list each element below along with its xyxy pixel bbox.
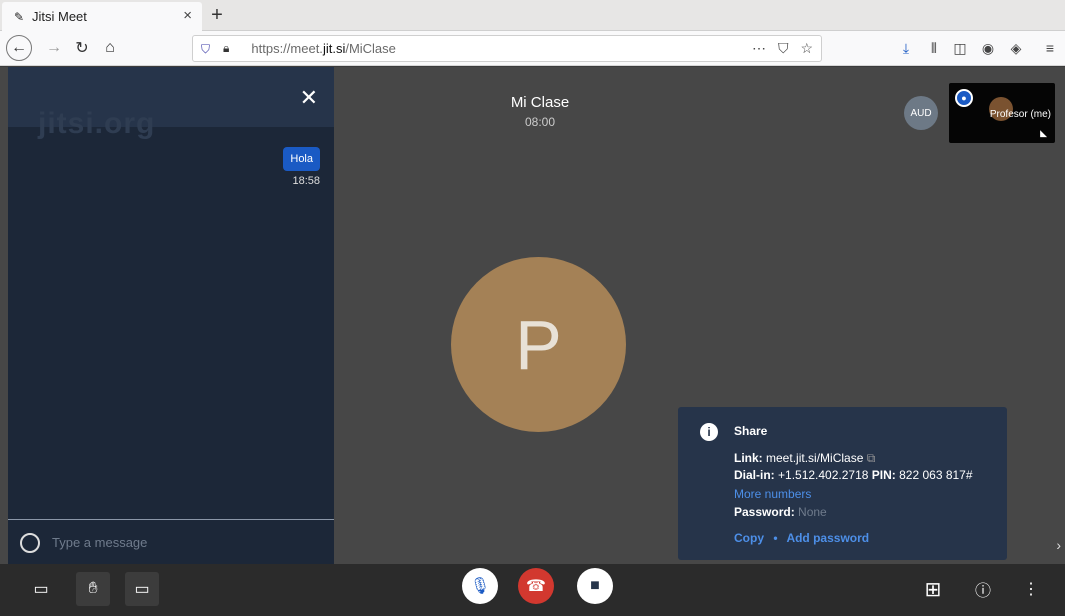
chat-input[interactable]: Type a message — [8, 519, 334, 565]
chevron-right-icon[interactable]: › — [1056, 537, 1061, 553]
downloads-icon[interactable]: ⤓ — [896, 40, 916, 57]
close-tab-icon[interactable]: × — [183, 7, 192, 24]
menu-icon[interactable]: ≡ — [1040, 40, 1060, 56]
bookmark-star-icon[interactable]: ☆ — [800, 40, 813, 57]
meeting-link[interactable]: meet.jit.si/MiClase — [766, 451, 863, 465]
home-button[interactable]: ⌂ — [100, 36, 120, 60]
toolbar: ▭ ✋︎ ▭ 🎙︎ ☎︎ ■ ⊞ ⓘ ⋮ — [0, 564, 1065, 616]
forward-button[interactable]: → — [44, 36, 64, 60]
tracking-shield-icon[interactable]: ⛉ — [201, 42, 215, 56]
pocket-icon[interactable]: ⛉ — [778, 40, 789, 57]
chat-message-time: 18:58 — [292, 175, 320, 187]
info-header: Share — [734, 424, 768, 438]
local-video-thumbnail[interactable]: ● Profesor (me) ◣ — [949, 83, 1055, 143]
hangup-icon[interactable]: ☎︎ — [518, 568, 554, 604]
chat-message: Hola — [283, 147, 320, 171]
camera-off-icon[interactable]: ■ — [577, 568, 613, 604]
conference-title: Mi Clase — [510, 94, 570, 111]
lock-icon[interactable]: 🔒︎ — [223, 41, 229, 56]
info-dialin-row: Dial-in: +1.512.402.2718 PIN: 822 063 81… — [734, 468, 973, 482]
jitsi-favicon-icon: ✎ — [13, 9, 25, 24]
dominant-speaker-icon: ● — [955, 89, 973, 107]
chat-input-placeholder[interactable]: Type a message — [52, 535, 147, 550]
library-icon[interactable]: ⫴ — [924, 40, 944, 57]
local-display-name: Profesor (me) — [989, 109, 1051, 120]
info-dialog: i Share Link: meet.jit.si/MiClase ⧉ Dial… — [678, 407, 1007, 560]
copy-icon[interactable]: ⧉ — [867, 451, 876, 465]
tile-view-icon[interactable]: ⊞ — [916, 572, 950, 606]
account-icon[interactable]: ◉ — [978, 40, 998, 57]
emoji-icon[interactable] — [20, 532, 40, 553]
tab-title: Jitsi Meet — [32, 9, 87, 24]
info-toggle-icon[interactable]: ⓘ — [966, 572, 1000, 606]
info-icon: i — [700, 423, 718, 441]
chat-panel: jitsi.org ✕ Hola 18:58 — [8, 67, 334, 564]
chat-header: jitsi.org ✕ — [8, 67, 334, 140]
close-chat-icon[interactable]: ✕ — [300, 87, 318, 109]
info-password-row: Password: None — [734, 505, 827, 519]
tab-strip: ✎ Jitsi Meet × + — [0, 0, 1065, 31]
info-actions: Copy • Add password — [734, 531, 870, 545]
page-actions-icon[interactable]: ⋯ — [752, 40, 766, 57]
back-button[interactable]: ← — [6, 35, 32, 61]
raise-hand-icon[interactable]: ✋︎ — [76, 572, 110, 606]
sidebar-icon[interactable]: ◫ — [950, 40, 970, 57]
audience-avatar[interactable]: AUD — [904, 96, 938, 130]
large-avatar: P — [451, 257, 626, 432]
microphone-icon[interactable]: 🎙︎ — [462, 568, 498, 604]
reload-button[interactable]: ↻ — [72, 36, 92, 60]
more-actions-icon[interactable]: ⋮ — [1014, 572, 1048, 606]
jitsi-page: jitsi.org ✕ Hola 18:58 Type a message Mi… — [0, 67, 1065, 616]
url-text: https://meet.jit.si/MiClase — [251, 41, 396, 56]
nav-bar: ← → ↻ ⌂ ⛉ 🔒︎ https://meet.jit.si/MiClase… — [0, 31, 1065, 66]
video-muted-icon: ◣ — [1040, 128, 1047, 138]
more-numbers-link[interactable]: More numbers — [734, 487, 811, 501]
add-password-button[interactable]: Add password — [786, 531, 869, 545]
info-link-row: Link: meet.jit.si/MiClase ⧉ — [734, 451, 876, 465]
new-tab-button[interactable]: + — [205, 3, 229, 27]
screenshare-icon[interactable]: ▭ — [24, 572, 58, 606]
browser-tab[interactable]: ✎ Jitsi Meet × — [2, 2, 202, 31]
copy-button[interactable]: Copy — [734, 531, 764, 545]
jitsi-watermark: jitsi.org — [38, 107, 156, 140]
chat-icon[interactable]: ▭ — [125, 572, 159, 606]
conference-timer: 08:00 — [524, 115, 556, 129]
extension-icon[interactable]: ◈ — [1006, 40, 1026, 57]
url-bar[interactable]: ⛉ 🔒︎ https://meet.jit.si/MiClase ⋯ ⛉ ☆ — [192, 35, 822, 62]
